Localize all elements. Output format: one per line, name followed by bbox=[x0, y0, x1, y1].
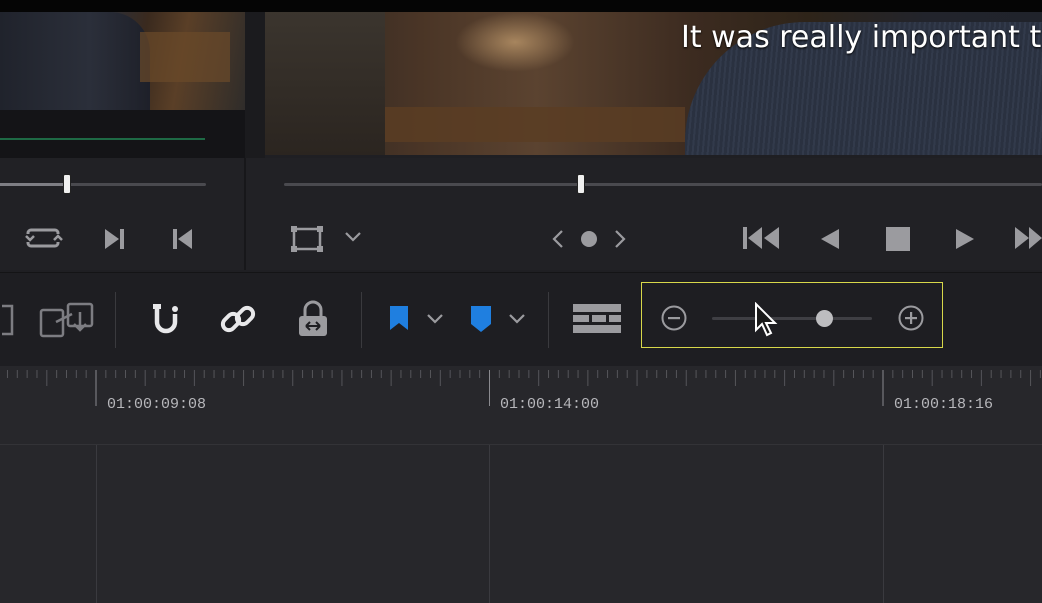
snapping-magnet-icon[interactable] bbox=[145, 300, 185, 340]
zoom-in-icon[interactable] bbox=[897, 304, 925, 332]
chevron-right-icon[interactable] bbox=[612, 228, 628, 250]
source-playhead[interactable] bbox=[62, 174, 71, 194]
flag-icon[interactable] bbox=[386, 304, 412, 334]
timeline-gridline bbox=[489, 445, 490, 603]
flag-options-chevron-icon[interactable] bbox=[426, 312, 444, 326]
source-frame-background bbox=[140, 32, 230, 82]
timecode-label: 01:00:18:16 bbox=[894, 396, 994, 413]
track-height-icon[interactable] bbox=[572, 303, 624, 335]
toolbar-separator bbox=[115, 292, 116, 348]
viewer-divider bbox=[245, 12, 265, 158]
timeline-ruler[interactable]: 01:00:09:08 01:00:14:00 01:00:18:16 bbox=[0, 366, 1042, 445]
audio-waveform bbox=[0, 138, 205, 140]
zoom-slider-handle[interactable] bbox=[816, 310, 833, 327]
marker-icon[interactable] bbox=[468, 304, 494, 334]
source-scrub-fill bbox=[0, 183, 66, 186]
viewer-size-icon[interactable] bbox=[290, 225, 324, 253]
source-viewer[interactable] bbox=[0, 12, 245, 158]
next-clip-icon[interactable] bbox=[102, 226, 126, 252]
timeline-tracks[interactable] bbox=[0, 445, 1042, 603]
timeline-viewer[interactable]: It was really important t bbox=[265, 12, 1042, 155]
source-audio-overlay bbox=[0, 110, 245, 158]
toolbar-separator bbox=[361, 292, 362, 348]
replace-clip-icon[interactable] bbox=[38, 300, 96, 342]
timeline-scrub-bar[interactable] bbox=[284, 183, 1042, 186]
chevron-down-icon[interactable] bbox=[344, 230, 362, 244]
jog-dot-icon[interactable] bbox=[580, 230, 598, 248]
timeline-gridline bbox=[96, 445, 97, 603]
transport-divider bbox=[244, 158, 246, 270]
window-top-edge bbox=[0, 0, 1042, 12]
prev-clip-icon[interactable] bbox=[171, 226, 195, 252]
go-to-end-icon[interactable] bbox=[1012, 224, 1042, 252]
timecode-label: 01:00:09:08 bbox=[107, 396, 207, 413]
go-to-start-icon[interactable] bbox=[742, 224, 782, 252]
mouse-cursor-icon bbox=[754, 301, 780, 343]
timeline-playhead[interactable] bbox=[576, 174, 585, 194]
stop-icon[interactable] bbox=[885, 226, 911, 252]
link-icon[interactable] bbox=[218, 300, 258, 340]
timecode-label: 01:00:14:00 bbox=[500, 396, 600, 413]
zoom-out-icon[interactable] bbox=[660, 304, 688, 332]
frame-light bbox=[455, 12, 575, 72]
insert-clip-icon[interactable] bbox=[0, 300, 16, 340]
marker-options-chevron-icon[interactable] bbox=[508, 312, 526, 326]
loop-icon[interactable] bbox=[24, 224, 64, 252]
position-lock-icon[interactable] bbox=[294, 300, 332, 340]
frame-table bbox=[385, 107, 685, 142]
toolbar-separator bbox=[548, 292, 549, 348]
subtitle-text: It was really important t bbox=[681, 20, 1042, 55]
frame-wall bbox=[265, 12, 385, 155]
transport-controls bbox=[0, 158, 1042, 270]
play-icon[interactable] bbox=[953, 226, 977, 252]
zoom-slider[interactable] bbox=[712, 317, 872, 320]
source-scrub-bar[interactable] bbox=[0, 183, 206, 186]
timeline-gridline bbox=[883, 445, 884, 603]
play-reverse-icon[interactable] bbox=[818, 226, 842, 252]
chevron-left-icon[interactable] bbox=[550, 228, 566, 250]
